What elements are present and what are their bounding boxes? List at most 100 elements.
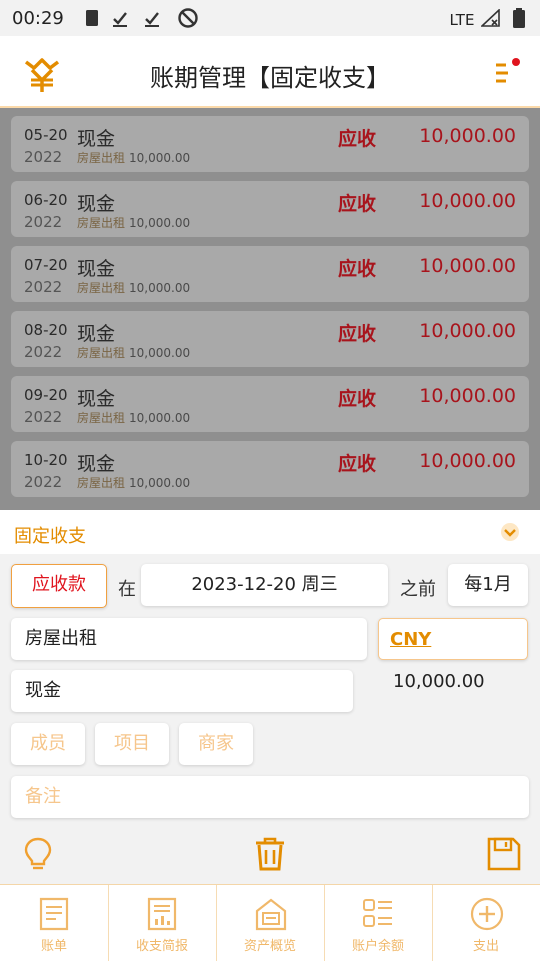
item-year: 2022 (24, 473, 63, 491)
item-status: 应收 (338, 193, 377, 215)
item-date: 06-20 (24, 191, 68, 209)
item-year: 2022 (24, 148, 63, 166)
list-item[interactable]: 07-20 2022 现金 房屋出租 10,000.00 应收 10,000.00 (11, 246, 529, 302)
item-category: 房屋出租 10,000.00 (77, 279, 190, 296)
notification-dot (512, 58, 520, 66)
battery-icon (513, 8, 525, 28)
status-bar: 00:29 LTE (0, 0, 540, 36)
item-category-label: 房屋出租 (77, 216, 126, 230)
member-field[interactable]: 成员 (11, 723, 85, 765)
form-section-header[interactable]: 固定收支 (0, 510, 540, 554)
item-date: 08-20 (24, 321, 68, 339)
nav-label: 账户余额 (351, 939, 404, 954)
list-item[interactable]: 08-20 2022 现金 房屋出租 10,000.00 应收 10,000.00 (11, 311, 529, 367)
item-category: 房屋出租 10,000.00 (77, 409, 190, 426)
amount-field[interactable]: CNY 10,000.00 (378, 618, 528, 692)
item-year: 2022 (24, 343, 63, 361)
report-icon (147, 897, 177, 931)
item-status: 应收 (338, 258, 377, 280)
at-label: 在 (118, 579, 136, 600)
item-amount: 10,000.00 (419, 125, 516, 147)
bill-icon (39, 897, 69, 931)
list-item[interactable]: 10-20 2022 现金 房屋出租 10,000.00 应收 10,000.00 (11, 441, 529, 497)
trash-icon[interactable] (252, 836, 288, 872)
nav-label: 账单 (40, 939, 67, 954)
lightbulb-icon[interactable] (20, 836, 56, 872)
accounts-icon (363, 899, 392, 927)
note-field[interactable]: 备注 (11, 776, 529, 818)
nav-item-accounts[interactable]: 账户余额 (324, 885, 433, 961)
nav-item-report[interactable]: 收支简报 (108, 885, 217, 961)
status-notification-icon (86, 8, 198, 28)
list-item[interactable]: 05-20 2022 现金 房屋出租 10,000.00 应收 10,000.00 (11, 116, 529, 172)
item-account: 现金 (77, 388, 116, 410)
item-sub-amount: 10,000.00 (129, 346, 191, 360)
project-field[interactable]: 项目 (95, 723, 169, 765)
account-field[interactable]: 现金 (11, 670, 353, 712)
nav-label: 收支简报 (135, 939, 188, 954)
type-select-button[interactable]: 应收款 (11, 564, 107, 608)
item-sub-amount: 10,000.00 (129, 151, 191, 165)
page-title: 账期管理【固定收支】 (150, 64, 390, 92)
item-amount: 10,000.00 (419, 255, 516, 277)
item-category-label: 房屋出租 (77, 476, 126, 490)
item-status: 应收 (338, 128, 377, 150)
list-item[interactable]: 06-20 2022 现金 房屋出租 10,000.00 应收 10,000.00 (11, 181, 529, 237)
nav-item-expense[interactable]: 支出 (432, 885, 540, 961)
save-icon[interactable] (486, 836, 522, 872)
item-sub-amount: 10,000.00 (129, 281, 191, 295)
item-date: 07-20 (24, 256, 68, 274)
item-date: 05-20 (24, 126, 68, 144)
list-item[interactable]: 09-20 2022 现金 房屋出租 10,000.00 应收 10,000.00 (11, 376, 529, 432)
item-status: 应收 (338, 323, 377, 345)
item-year: 2022 (24, 213, 63, 231)
app-header: 账期管理【固定收支】 (0, 36, 540, 108)
item-account: 现金 (77, 323, 116, 345)
item-category: 房屋出租 10,000.00 (77, 474, 190, 491)
item-sub-amount: 10,000.00 (129, 411, 191, 425)
fixed-entry-form: 固定收支 应收款 在 2023-12-20 周三 之前 每1月 房屋出租 CNY… (0, 510, 540, 884)
item-status: 应收 (338, 453, 377, 475)
item-date: 09-20 (24, 386, 68, 404)
item-date: 10-20 (24, 451, 68, 469)
item-category: 房屋出租 10,000.00 (77, 214, 190, 231)
item-category-label: 房屋出租 (77, 151, 126, 165)
date-field[interactable]: 2023-12-20 周三 (141, 564, 388, 606)
chevron-down-icon[interactable] (500, 522, 520, 542)
item-category: 房屋出租 10,000.00 (77, 149, 190, 166)
item-category-label: 房屋出租 (77, 346, 126, 360)
item-account: 现金 (77, 258, 116, 280)
item-account: 现金 (77, 453, 116, 475)
nav-item-assets[interactable]: 资产概览 (216, 885, 325, 961)
item-sub-amount: 10,000.00 (129, 476, 191, 490)
signal-icon (480, 8, 501, 27)
item-account: 现金 (77, 128, 116, 150)
item-sub-amount: 10,000.00 (129, 216, 191, 230)
item-account: 现金 (77, 193, 116, 215)
nav-label: 支出 (472, 939, 499, 954)
item-category-label: 房屋出租 (77, 411, 126, 425)
currency-selector[interactable]: CNY (390, 629, 431, 650)
merchant-field[interactable]: 商家 (179, 723, 253, 765)
notification-icons (84, 7, 204, 34)
nav-item-bill[interactable]: 账单 (0, 885, 109, 961)
item-amount: 10,000.00 (419, 385, 516, 407)
item-year: 2022 (24, 408, 63, 426)
item-amount: 10,000.00 (419, 450, 516, 472)
add-expense-icon (470, 897, 504, 931)
item-category-label: 房屋出租 (77, 281, 126, 295)
nav-label: 资产概览 (243, 939, 296, 954)
category-field[interactable]: 房屋出租 (11, 618, 367, 660)
network-label: LTE (449, 11, 475, 29)
item-status: 应收 (338, 388, 377, 410)
item-amount: 10,000.00 (419, 320, 516, 342)
item-year: 2022 (24, 278, 63, 296)
bottom-navigation: 账单 收支简报 资产概览 账户余额 支出 (0, 884, 540, 961)
item-amount: 10,000.00 (419, 190, 516, 212)
status-right: LTE (450, 8, 527, 29)
schedule-list: 05-20 2022 现金 房屋出租 10,000.00 应收 10,000.00… (0, 108, 540, 510)
period-select[interactable]: 每1月 (448, 564, 528, 606)
form-section-title: 固定收支 (14, 526, 86, 547)
assets-icon (255, 898, 287, 931)
status-time: 00:29 (12, 8, 64, 29)
